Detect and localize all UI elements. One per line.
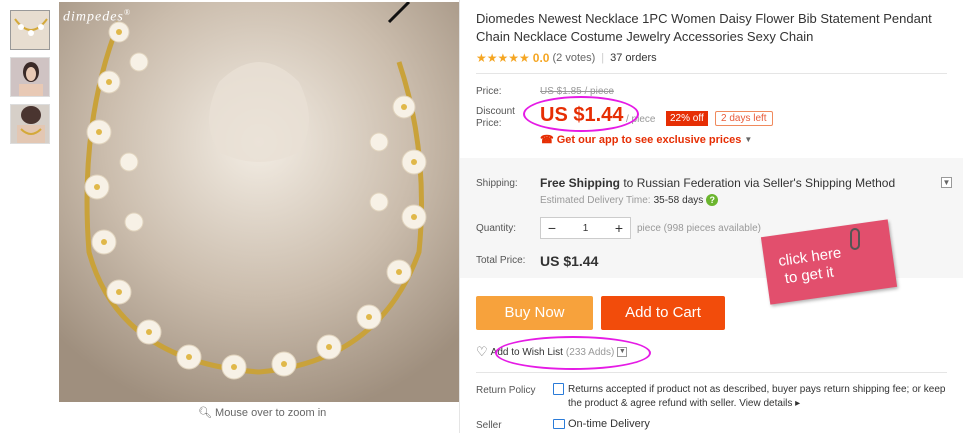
votes-count[interactable]: (2 votes) xyxy=(552,52,595,64)
magnifier-icon: 🔍︎ xyxy=(198,407,212,419)
availability-text: piece (998 pieces available) xyxy=(637,223,761,234)
rating-row: ★★★★★ 0.0 (2 votes) | 37 orders xyxy=(476,51,657,65)
highlight-circle-wishlist xyxy=(495,336,651,370)
time-left-badge: 2 days left xyxy=(715,111,773,126)
decrement-button[interactable]: − xyxy=(541,218,563,238)
brand-watermark: dimpedes® xyxy=(63,8,131,25)
thumbnail-list xyxy=(10,10,52,151)
divider xyxy=(476,73,947,74)
shipping-method[interactable]: Free Shipping to Russian Federation via … xyxy=(540,176,895,190)
shipping-dropdown-icon[interactable]: ▼ xyxy=(941,177,952,188)
delivery-icon xyxy=(553,419,565,429)
price-label: Price: xyxy=(476,86,502,97)
star-icon[interactable]: ★★★★★ xyxy=(476,51,530,65)
zoom-hint: 🔍︎ Mouse over to zoom in xyxy=(198,407,327,419)
return-policy-icon xyxy=(553,383,564,395)
chevron-down-icon: ▼ xyxy=(744,135,753,144)
view-details-link[interactable]: View details ▸ xyxy=(739,398,800,409)
seller-label: Seller xyxy=(476,420,502,431)
app-promo-link[interactable]: ☎ Get our app to see exclusive prices ▼ xyxy=(540,133,753,147)
discount-label-1: Discount xyxy=(476,106,515,117)
quantity-label: Quantity: xyxy=(476,223,517,234)
phone-icon: ☎ xyxy=(540,134,554,146)
total-label: Total Price: xyxy=(476,255,526,266)
buy-now-button[interactable]: Buy Now xyxy=(476,296,593,330)
product-main-image[interactable]: dimpedes® xyxy=(59,2,459,402)
quantity-input[interactable]: 1 xyxy=(563,223,608,234)
paperclip-icon xyxy=(850,228,860,250)
rating-value: 0.0 xyxy=(532,51,550,65)
thumbnail-image xyxy=(11,11,49,49)
discount-badge: 22% off xyxy=(666,111,708,126)
thumbnail-2[interactable] xyxy=(10,57,50,97)
on-time-delivery: On-time Delivery xyxy=(568,418,650,430)
highlight-circle-price xyxy=(523,96,639,132)
orders-count: 37 orders xyxy=(610,52,657,64)
shipping-label: Shipping: xyxy=(476,178,518,189)
product-title: Diomedes Newest Necklace 1PC Women Daisy… xyxy=(476,11,932,44)
thumbnail-3[interactable] xyxy=(10,104,50,144)
increment-button[interactable]: + xyxy=(608,218,630,238)
thumbnail-image xyxy=(11,58,49,96)
return-policy-text: Returns accepted if product not as descr… xyxy=(568,384,946,409)
add-to-cart-button[interactable]: Add to Cart xyxy=(601,296,725,330)
separator: | xyxy=(601,52,605,64)
total-price: US $1.44 xyxy=(540,253,599,269)
quantity-stepper: − 1 + xyxy=(540,217,631,239)
return-policy-label: Return Policy xyxy=(476,385,536,396)
heart-icon: ♡ xyxy=(476,344,488,359)
divider xyxy=(476,372,947,373)
thumbnail-1[interactable] xyxy=(10,10,50,50)
necklace-photo xyxy=(59,2,459,402)
estimated-delivery: Estimated Delivery Time: 35-58 days ? xyxy=(540,194,719,206)
thumbnail-image xyxy=(11,105,49,143)
question-icon[interactable]: ? xyxy=(706,194,719,206)
discount-label-2: Price: xyxy=(476,118,502,129)
